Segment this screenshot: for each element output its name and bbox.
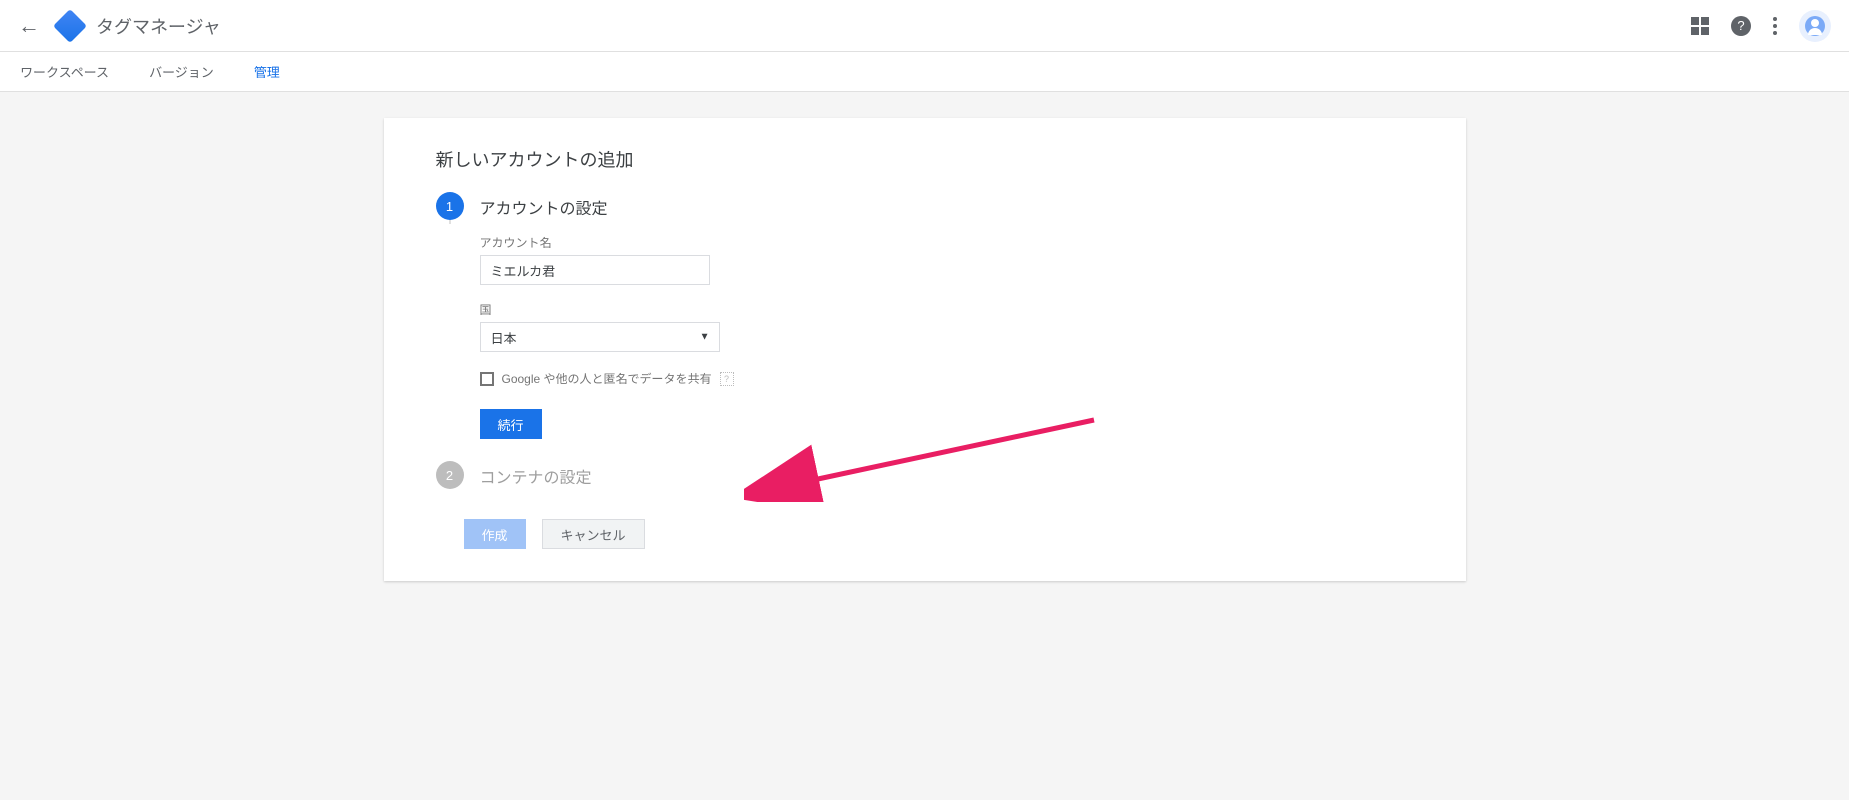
create-button[interactable]: 作成 [464,519,526,549]
step2-heading: コンテナの設定 [480,461,592,488]
tabbar: ワークスペース バージョン 管理 [0,52,1849,92]
account-name-input[interactable] [480,255,710,285]
cancel-button[interactable]: キャンセル [542,519,645,549]
new-account-card: 新しいアカウントの追加 1 アカウントの設定 アカウント名 国 日本 ▼ Goo… [384,118,1466,581]
content-area: 新しいアカウントの追加 1 アカウントの設定 アカウント名 国 日本 ▼ Goo… [0,92,1849,607]
step2-row: 2 コンテナの設定 [436,461,1414,489]
action-row: 作成 キャンセル [464,519,1414,549]
tab-version[interactable]: バージョン [147,51,216,92]
step1-badge: 1 [436,192,464,220]
country-select[interactable]: 日本 ▼ [480,322,720,352]
logo-wrap: タグマネージャ [58,13,221,39]
topbar: ← タグマネージャ ? [0,0,1849,52]
share-data-row: Google や他の人と匿名でデータを共有 ? [480,370,1414,387]
country-select-value: 日本 [491,328,517,347]
step1-content: アカウント名 国 日本 ▼ Google や他の人と匿名でデータを共有 ? 続行 [480,234,1414,439]
card-title: 新しいアカウントの追加 [436,146,1414,172]
apps-grid-icon[interactable] [1691,17,1709,35]
topbar-right: ? [1691,10,1831,42]
step-connector [449,220,451,224]
country-label: 国 [480,301,1414,318]
account-name-label: アカウント名 [480,234,1414,251]
tab-workspace[interactable]: ワークスペース [18,51,111,92]
help-icon[interactable]: ? [1731,16,1751,36]
step1-row: 1 アカウントの設定 [436,192,1414,220]
share-data-checkbox[interactable] [480,372,494,386]
more-vert-icon[interactable] [1773,17,1777,35]
app-title: タグマネージャ [96,13,221,39]
step1-heading: アカウントの設定 [480,192,608,219]
user-avatar[interactable] [1799,10,1831,42]
share-data-label: Google や他の人と匿名でデータを共有 [502,370,712,387]
tag-manager-logo-icon [53,9,87,43]
step2-badge: 2 [436,461,464,489]
tab-admin[interactable]: 管理 [252,51,282,92]
share-help-icon[interactable]: ? [720,372,734,386]
continue-button[interactable]: 続行 [480,409,542,439]
back-arrow-icon[interactable]: ← [18,9,40,43]
